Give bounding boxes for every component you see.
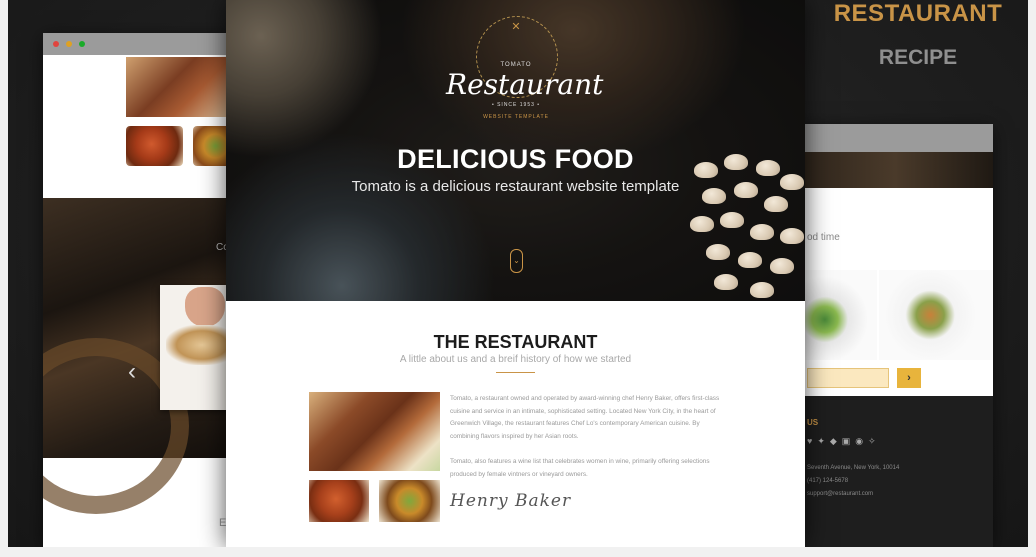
hero-section: ✕ TOMATO Restaurant • SINCE 1953 • WEBSI…	[226, 0, 805, 301]
scroll-down-chevron-icon[interactable]: ⌄	[510, 249, 523, 273]
logo-name: Restaurant	[446, 68, 604, 101]
section-subtitle: A little about us and a breif history of…	[399, 354, 632, 365]
restaurant-logo[interactable]: ✕ TOMATO Restaurant • SINCE 1953 • WEBSI…	[446, 16, 604, 132]
maximize-window-dot-icon[interactable]	[79, 41, 85, 47]
section-divider	[496, 372, 535, 373]
right-mockup: od time › US ♥✦◆▣◉✧ Seventh Avenue, New …	[797, 124, 993, 547]
section-title: THE RESTAURANT	[433, 332, 598, 352]
crossed-utensils-icon: ✕	[511, 21, 521, 33]
salad-dish-thumbnail	[379, 480, 440, 522]
headline-restaurant: RESTAURANT	[833, 0, 1003, 27]
about-text: Tomato, a restaurant owned and operated …	[450, 393, 722, 495]
newsletter-email-field[interactable]	[807, 368, 889, 388]
about-paragraph-1: Tomato, a restaurant owned and operated …	[450, 395, 720, 440]
gallery-slider-photo: Co ‹	[43, 198, 243, 514]
window-titlebar	[43, 33, 243, 55]
footer-address: Seventh Avenue, New York, 10014 (417) 12…	[807, 465, 900, 497]
salad-photo	[797, 270, 877, 454]
about-section: THE RESTAURANT A little about us and a b…	[226, 301, 805, 547]
social-icons[interactable]: ♥✦◆▣◉✧	[807, 436, 881, 447]
right-window-titlebar	[797, 124, 993, 152]
footer-heading: US	[807, 418, 819, 427]
right-footer: US ♥✦◆▣◉✧ Seventh Avenue, New York, 1001…	[797, 396, 993, 547]
slider-prev-arrow-icon[interactable]: ‹	[128, 358, 136, 386]
chicken-thumbnail[interactable]	[126, 126, 183, 166]
steak-dish-photo	[309, 392, 440, 471]
close-window-dot-icon[interactable]	[53, 41, 59, 47]
right-section-text: od time	[807, 232, 840, 243]
about-paragraph-2: Tomato, also features a wine list that c…	[450, 458, 710, 478]
headline-recipe: RECIPE	[878, 46, 958, 69]
right-header-photo	[797, 152, 993, 188]
breakfast-photo	[879, 270, 993, 360]
newsletter-submit-button[interactable]: ›	[897, 368, 921, 388]
showcase-stage: RESTAURANT RECIPE Co ‹ E od time › US ♥✦…	[8, 0, 1028, 547]
center-mockup: ✕ TOMATO Restaurant • SINCE 1953 • WEBSI…	[226, 0, 805, 547]
logo-since: • SINCE 1953 •	[491, 102, 541, 108]
chicken-dish-thumbnail	[309, 480, 369, 522]
minimize-window-dot-icon[interactable]	[66, 41, 72, 47]
chef-signature: Henry Baker	[450, 491, 572, 511]
hero-subtitle: Tomato is a delicious restaurant website…	[351, 178, 680, 195]
logo-tagline: WEBSITE TEMPLATE	[483, 114, 549, 120]
left-mockup: Co ‹ E	[43, 33, 243, 547]
hand-image	[185, 287, 225, 327]
hero-title: DELICIOUS FOOD	[397, 144, 634, 174]
